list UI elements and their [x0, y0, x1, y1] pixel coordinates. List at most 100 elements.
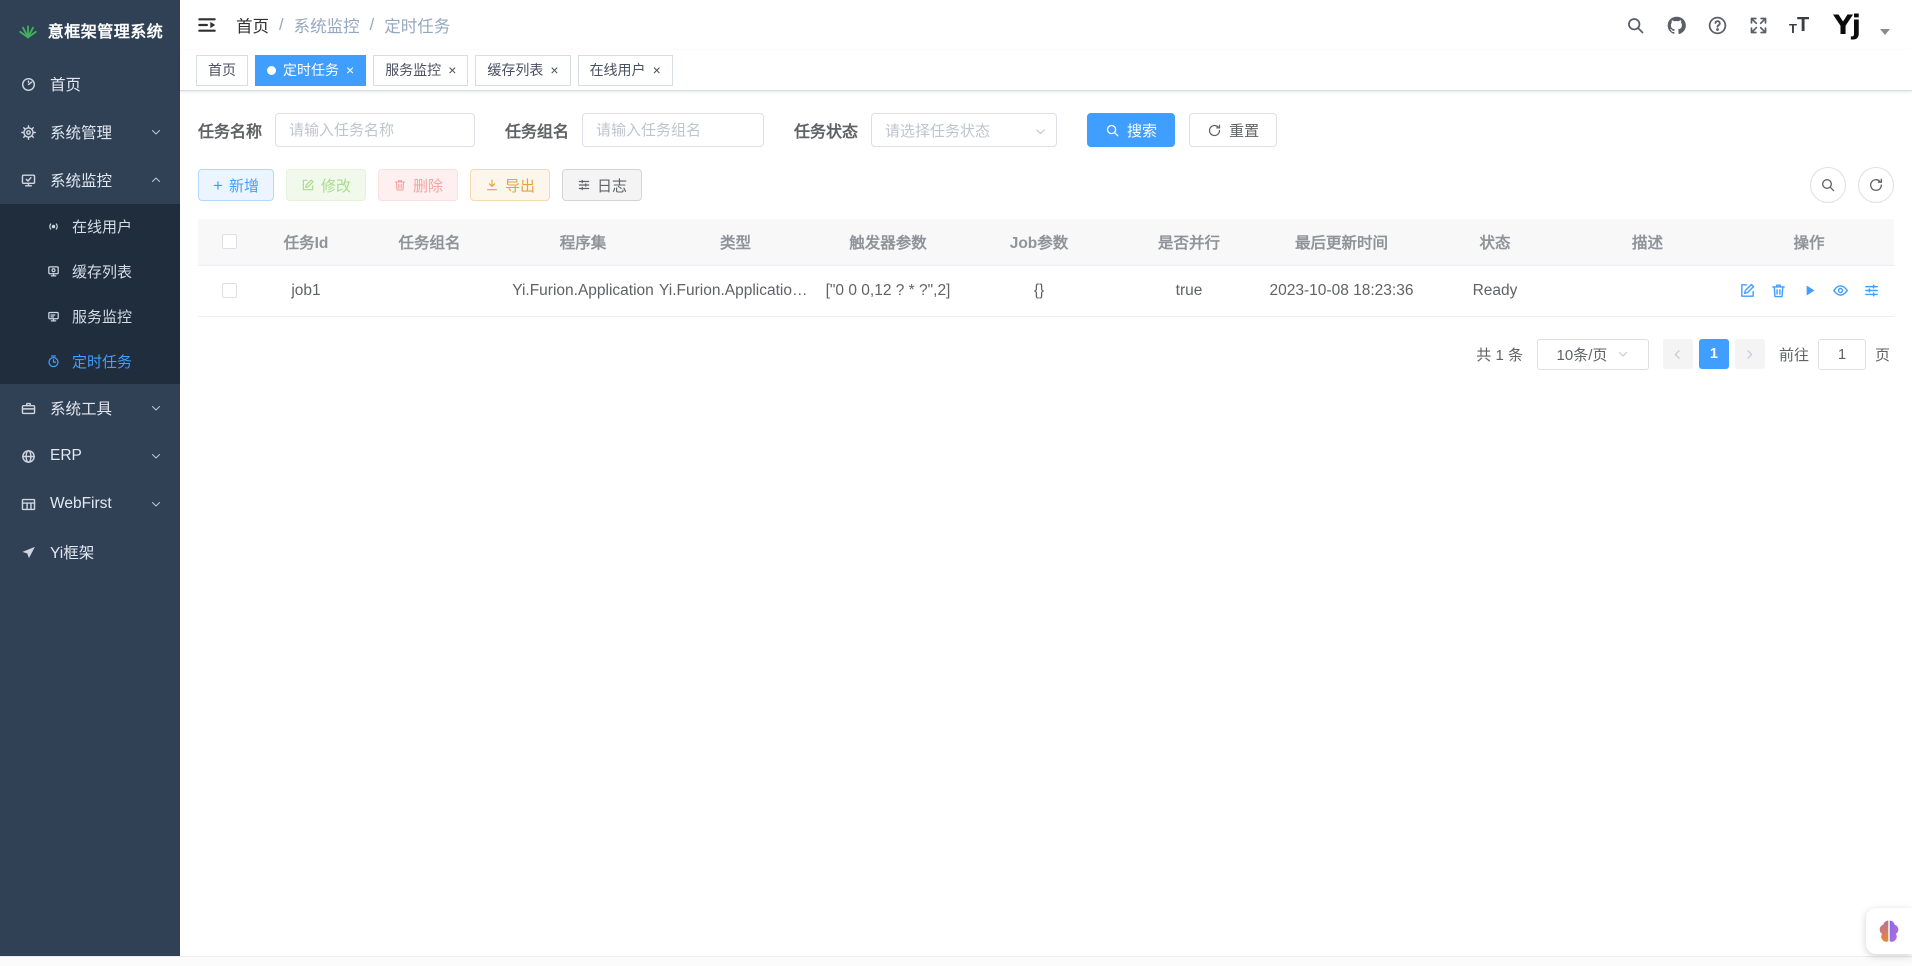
- tasks-table: 任务Id 任务组名 程序集 类型 触发器参数 Job参数 是否并行 最后更新时间…: [198, 219, 1894, 317]
- chevron-left-icon: [1671, 348, 1684, 361]
- pager: 1: [1663, 339, 1765, 369]
- search-icon: [1105, 123, 1120, 138]
- trash-icon: [393, 178, 407, 192]
- cache-icon: [46, 264, 61, 279]
- sidebar-item-label: 在线用户: [72, 216, 132, 237]
- tabs-bar: 首页 定时任务 × 服务监控 × 缓存列表 × 在线用户 ×: [180, 50, 1912, 91]
- search-icon[interactable]: [1625, 15, 1646, 36]
- refresh-icon: [1868, 177, 1884, 193]
- font-size-icon[interactable]: TT: [1789, 15, 1809, 35]
- goto-page: 前往 页: [1779, 339, 1890, 370]
- task-group-input[interactable]: [582, 113, 764, 147]
- prev-page-button[interactable]: [1663, 339, 1693, 369]
- sidebar-item-service-monitor[interactable]: 服务监控: [0, 294, 180, 339]
- sidebar-item-label: 系统管理: [50, 121, 112, 143]
- add-button[interactable]: + 新增: [198, 169, 274, 201]
- globe-icon: [20, 448, 37, 465]
- tab-cache-list[interactable]: 缓存列表 ×: [475, 55, 570, 86]
- app-logo[interactable]: 意框架管理系统: [0, 0, 180, 60]
- github-icon[interactable]: [1666, 15, 1687, 36]
- cell-task-id: job1: [260, 265, 352, 316]
- show-search-button[interactable]: [1810, 167, 1846, 203]
- page-number-button[interactable]: 1: [1699, 339, 1729, 369]
- fullscreen-icon[interactable]: [1748, 15, 1769, 36]
- breadcrumb-home[interactable]: 首页: [236, 13, 269, 37]
- sidebar-item-erp[interactable]: ERP: [0, 432, 180, 480]
- close-icon[interactable]: ×: [448, 63, 456, 77]
- close-icon[interactable]: ×: [346, 63, 354, 77]
- sidebar-item-scheduled-tasks[interactable]: 定时任务: [0, 339, 180, 384]
- pagination-total: 共 1 条: [1476, 344, 1523, 365]
- sidebar: 意框架管理系统 首页 系统管理 系统监控 在线用户: [0, 0, 180, 956]
- sidebar-fold-icon[interactable]: [196, 14, 218, 36]
- task-name-input[interactable]: [275, 113, 475, 147]
- sidebar-item-home[interactable]: 首页: [0, 60, 180, 108]
- sidebar-item-label: Yi框架: [50, 541, 94, 563]
- task-status-select[interactable]: 请选择任务状态: [871, 113, 1057, 147]
- close-icon[interactable]: ×: [550, 63, 558, 77]
- add-button-label: 新增: [229, 175, 259, 196]
- breadcrumb-system-monitor: 系统监控: [294, 13, 360, 37]
- export-button[interactable]: 导出: [470, 169, 550, 201]
- sidebar-item-webfirst[interactable]: WebFirst: [0, 480, 180, 528]
- edit-button[interactable]: 修改: [286, 169, 366, 201]
- col-description: 描述: [1571, 219, 1724, 265]
- delete-button[interactable]: 删除: [378, 169, 458, 201]
- sidebar-item-label: 缓存列表: [72, 261, 132, 282]
- app-window: 意框架管理系统 首页 系统管理 系统监控 在线用户: [0, 0, 1912, 956]
- sidebar-item-online-users[interactable]: 在线用户: [0, 204, 180, 249]
- edit-button-label: 修改: [321, 175, 351, 196]
- tab-service-monitor[interactable]: 服务监控 ×: [373, 55, 468, 86]
- search-icon: [1820, 177, 1836, 193]
- sidebar-item-label: 定时任务: [72, 351, 132, 372]
- edit-icon: [301, 178, 315, 192]
- col-group-name: 任务组名: [352, 219, 507, 265]
- goto-page-input[interactable]: [1818, 339, 1866, 370]
- tab-online-users[interactable]: 在线用户 ×: [578, 55, 673, 86]
- search-button[interactable]: 搜索: [1087, 113, 1175, 147]
- caret-down-icon[interactable]: [1880, 29, 1890, 35]
- row-checkbox[interactable]: [222, 283, 237, 298]
- reset-button[interactable]: 重置: [1189, 113, 1277, 147]
- task-status-label: 任务状态: [794, 118, 858, 142]
- sidebar-item-system-monitor[interactable]: 系统监控: [0, 156, 180, 204]
- sidebar-submenu-monitor: 在线用户 缓存列表 服务监控 定时任务: [0, 204, 180, 384]
- toolbox-icon: [20, 400, 37, 417]
- monitor-icon: [20, 172, 37, 189]
- assistant-widget[interactable]: [1866, 908, 1912, 954]
- sidebar-item-system-tools[interactable]: 系统工具: [0, 384, 180, 432]
- chevron-down-icon: [150, 402, 162, 414]
- navbar: 首页 / 系统监控 / 定时任务 TT Yj: [180, 0, 1912, 50]
- close-icon[interactable]: ×: [653, 63, 661, 77]
- main-area: 首页 / 系统监控 / 定时任务 TT Yj: [180, 0, 1912, 956]
- table-row: job1 Yi.Furion.Application Yi.Furion.App…: [198, 265, 1894, 316]
- tab-scheduled-tasks[interactable]: 定时任务 ×: [255, 55, 366, 86]
- tab-label: 在线用户: [590, 60, 646, 80]
- row-delete-icon[interactable]: [1770, 282, 1787, 299]
- cell-status: Ready: [1419, 265, 1571, 316]
- page-size-label: 10条/页: [1557, 344, 1608, 365]
- grid-icon: [20, 496, 37, 513]
- chevron-down-icon: [150, 450, 162, 462]
- sidebar-item-cache-list[interactable]: 缓存列表: [0, 249, 180, 294]
- select-all-checkbox[interactable]: [222, 234, 237, 249]
- row-run-icon[interactable]: [1801, 282, 1818, 299]
- help-icon[interactable]: [1707, 15, 1728, 36]
- sidebar-item-yi-framework[interactable]: Yi框架: [0, 528, 180, 576]
- gear-icon: [20, 124, 37, 141]
- row-edit-icon[interactable]: [1739, 282, 1756, 299]
- next-page-button[interactable]: [1735, 339, 1765, 369]
- row-view-icon[interactable]: [1832, 282, 1849, 299]
- sidebar-item-system-admin[interactable]: 系统管理: [0, 108, 180, 156]
- avatar[interactable]: Yj: [1833, 10, 1860, 41]
- row-more-icon[interactable]: [1863, 282, 1880, 299]
- cell-type: Yi.Furion.Application...: [659, 265, 812, 316]
- tab-home[interactable]: 首页: [196, 55, 248, 86]
- horizontal-scrollbar[interactable]: [0, 956, 1912, 966]
- goto-label: 前往: [1779, 344, 1809, 365]
- page-size-select[interactable]: 10条/页: [1537, 339, 1649, 370]
- page-content: 任务名称 任务组名 任务状态 请选择任务状态: [180, 91, 1912, 956]
- paper-plane-icon: [20, 544, 37, 561]
- log-button[interactable]: 日志: [562, 169, 642, 201]
- refresh-table-button[interactable]: [1858, 167, 1894, 203]
